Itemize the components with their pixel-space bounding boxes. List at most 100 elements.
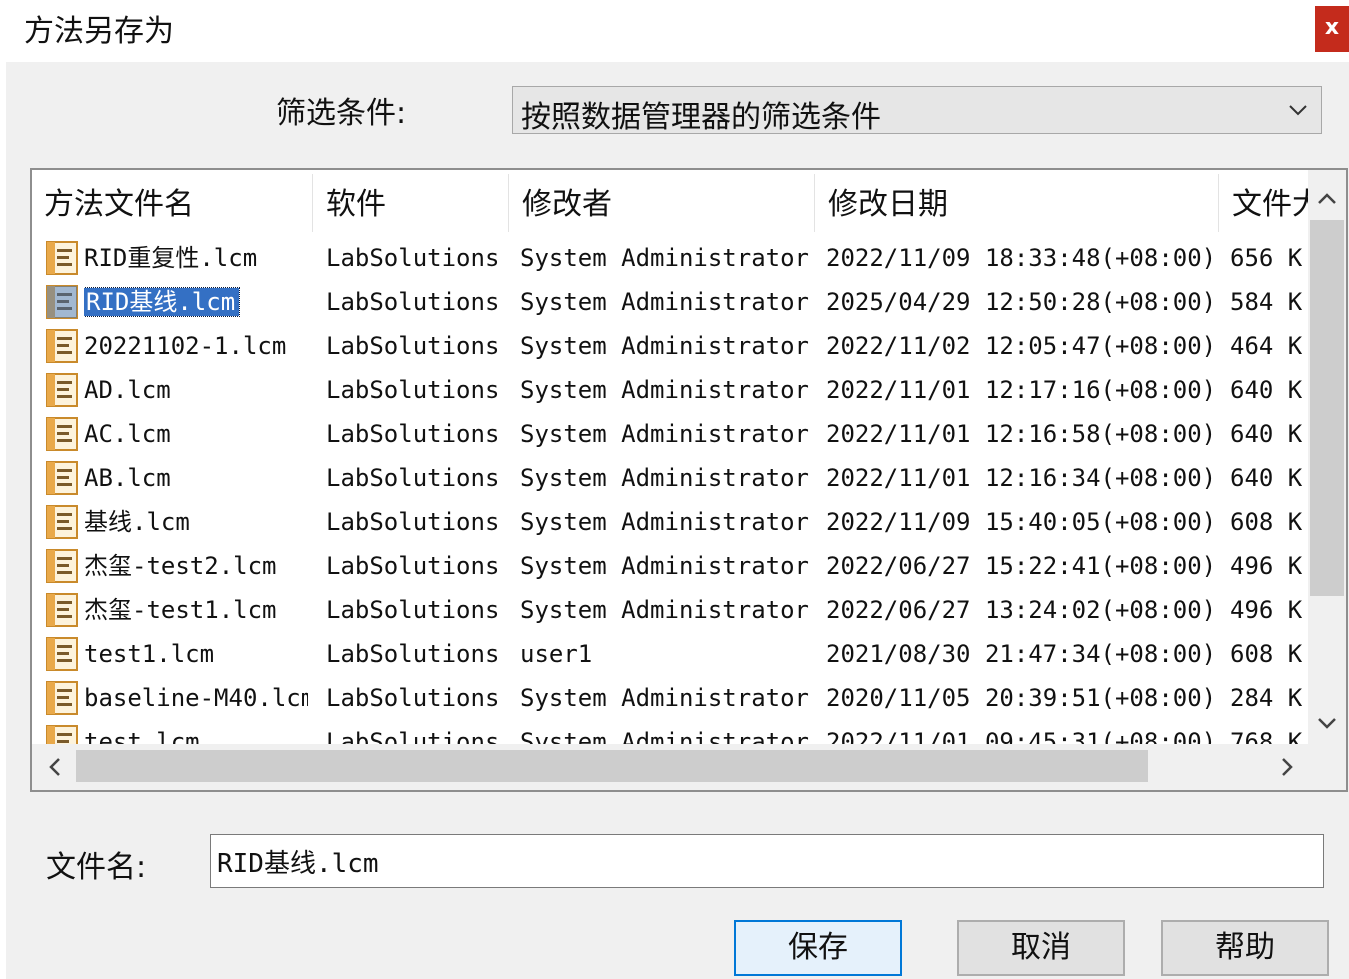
column-divider[interactable] bbox=[814, 174, 815, 232]
modified-date-cell-text: 2022/11/01 12:16:58(+08:00) bbox=[826, 420, 1217, 448]
column-header-software[interactable]: 软件 bbox=[314, 170, 508, 234]
filesize-cell: 496 K bbox=[1230, 544, 1308, 588]
file-name-cell: test1.lcm bbox=[84, 632, 308, 676]
table-row[interactable]: RID基线.lcm LabSolutions System Administrato… bbox=[32, 280, 1308, 324]
modified-date-cell-text: 2022/06/27 13:24:02(+08:00) bbox=[826, 596, 1217, 624]
table-row[interactable]: AD.lcm LabSolutions System Administrator 20… bbox=[32, 368, 1308, 412]
file-name-cell: RID基线.lcm bbox=[84, 280, 308, 324]
table-row[interactable]: test.lcm LabSolutions System Administrator… bbox=[32, 720, 1308, 744]
modifier-cell-text: System Administrator bbox=[520, 332, 809, 360]
modifier-cell: System Administrator bbox=[520, 456, 820, 500]
table-row[interactable]: RID重复性.lcm LabSolutions System Administrat… bbox=[32, 236, 1308, 280]
modifier-cell: System Administrator bbox=[520, 368, 820, 412]
vertical-scroll-thumb[interactable] bbox=[1310, 220, 1344, 596]
modified-date-cell: 2021/08/30 21:47:34(+08:00) bbox=[826, 632, 1230, 676]
file-name-cell-text: 20221102-1.lcm bbox=[84, 332, 287, 360]
modified-date-cell-text: 2021/08/30 21:47:34(+08:00) bbox=[826, 640, 1217, 668]
vertical-scrollbar[interactable] bbox=[1308, 170, 1346, 744]
table-row[interactable]: 杰玺-test1.lcm LabSolutions System Administr… bbox=[32, 588, 1308, 632]
filesize-cell-text: 640 K bbox=[1230, 464, 1303, 492]
method-file-list[interactable]: 方法文件名 软件 修改者 修改日期 文件大 RID重复性.lcm LabSolut… bbox=[30, 168, 1348, 792]
modified-date-cell: 2020/11/05 20:39:51(+08:00) bbox=[826, 676, 1230, 720]
modifier-cell-text: System Administrator bbox=[520, 552, 809, 580]
software-cell-text: LabSolutions bbox=[326, 640, 500, 668]
filesize-cell: 608 K bbox=[1230, 500, 1308, 544]
filesize-cell: 608 K bbox=[1230, 632, 1308, 676]
filesize-cell-text: 608 K bbox=[1230, 508, 1303, 536]
modified-date-cell-text: 2022/11/01 09:45:31(+08:00) bbox=[826, 728, 1217, 744]
modified-date-cell-text: 2020/11/05 20:39:51(+08:00) bbox=[826, 684, 1217, 712]
modifier-cell-text: System Administrator bbox=[520, 420, 809, 448]
filename-input[interactable] bbox=[210, 834, 1324, 888]
list-rows: RID重复性.lcm LabSolutions System Administrat… bbox=[32, 236, 1308, 744]
column-header-filesize[interactable]: 文件大 bbox=[1220, 170, 1308, 234]
table-row[interactable]: 基线.lcm LabSolutions System Administrator 20… bbox=[32, 500, 1308, 544]
filesize-cell-text: 496 K bbox=[1230, 596, 1303, 624]
table-row[interactable]: baseline-M40.lcm LabSolutions System Admin… bbox=[32, 676, 1308, 720]
file-name-cell: AD.lcm bbox=[84, 368, 308, 412]
save-button[interactable]: 保存 bbox=[734, 920, 902, 976]
software-cell-text: LabSolutions bbox=[326, 420, 500, 448]
modifier-cell: System Administrator bbox=[520, 236, 820, 280]
filesize-cell: 496 K bbox=[1230, 588, 1308, 632]
horizontal-scroll-thumb[interactable] bbox=[76, 750, 1148, 782]
modifier-cell-text: System Administrator bbox=[520, 376, 809, 404]
software-cell-text: LabSolutions bbox=[326, 728, 500, 744]
method-file-icon bbox=[46, 549, 78, 583]
help-button[interactable]: 帮助 bbox=[1161, 920, 1329, 976]
software-cell: LabSolutions bbox=[326, 676, 506, 720]
modifier-cell-text: System Administrator bbox=[520, 244, 809, 272]
close-button[interactable]: x bbox=[1315, 6, 1349, 52]
method-file-icon bbox=[46, 373, 78, 407]
file-name-cell-text: AC.lcm bbox=[84, 420, 171, 448]
file-name-cell: 杰玺-test1.lcm bbox=[84, 588, 308, 632]
filename-label: 文件名: bbox=[46, 850, 147, 885]
chevron-up-icon[interactable] bbox=[1314, 186, 1340, 212]
chevron-down-icon[interactable] bbox=[1314, 710, 1340, 736]
software-cell: LabSolutions bbox=[326, 456, 506, 500]
table-row[interactable]: test1.lcm LabSolutions user1 2021/08/30 21:… bbox=[32, 632, 1308, 676]
method-file-icon bbox=[46, 681, 78, 715]
filesize-cell: 464 K bbox=[1230, 324, 1308, 368]
chevron-down-icon bbox=[1289, 105, 1307, 116]
table-row[interactable]: 杰玺-test2.lcm LabSolutions System Administr… bbox=[32, 544, 1308, 588]
software-cell: LabSolutions bbox=[326, 236, 506, 280]
column-divider[interactable] bbox=[1218, 174, 1219, 232]
software-cell-text: LabSolutions bbox=[326, 288, 500, 316]
table-row[interactable]: AC.lcm LabSolutions System Administrator 20… bbox=[32, 412, 1308, 456]
modifier-cell: System Administrator bbox=[520, 544, 820, 588]
modified-date-cell: 2022/11/02 12:05:47(+08:00) bbox=[826, 324, 1230, 368]
modifier-cell-text: user1 bbox=[520, 640, 593, 668]
modifier-cell-text: System Administrator bbox=[520, 508, 809, 536]
table-row[interactable]: 20221102-1.lcm LabSolutions System Adminis… bbox=[32, 324, 1308, 368]
chevron-right-icon[interactable] bbox=[1274, 754, 1300, 780]
filesize-cell-text: 608 K bbox=[1230, 640, 1303, 668]
column-header-filename[interactable]: 方法文件名 bbox=[32, 170, 312, 234]
filesize-cell-text: 496 K bbox=[1230, 552, 1303, 580]
modifier-cell: System Administrator bbox=[520, 500, 820, 544]
file-name-cell-text: 基线.lcm bbox=[84, 508, 190, 536]
modified-date-cell: 2022/06/27 15:22:41(+08:00) bbox=[826, 544, 1230, 588]
column-header-modified-date[interactable]: 修改日期 bbox=[816, 170, 1218, 234]
filter-dropdown[interactable]: 按照数据管理器的筛选条件 bbox=[512, 86, 1322, 135]
method-file-icon bbox=[46, 461, 78, 495]
filesize-cell-text: 584 K bbox=[1230, 288, 1303, 316]
chevron-left-icon[interactable] bbox=[42, 754, 68, 780]
file-name-cell: baseline-M40.lcm bbox=[84, 676, 308, 720]
horizontal-scrollbar[interactable] bbox=[32, 744, 1346, 790]
modifier-cell: user1 bbox=[520, 632, 820, 676]
table-row[interactable]: AB.lcm LabSolutions System Administrator 20… bbox=[32, 456, 1308, 500]
modifier-cell: System Administrator bbox=[520, 588, 820, 632]
software-cell-text: LabSolutions bbox=[326, 376, 500, 404]
column-header-modifier[interactable]: 修改者 bbox=[510, 170, 814, 234]
software-cell: LabSolutions bbox=[326, 368, 506, 412]
column-divider[interactable] bbox=[508, 174, 509, 232]
software-cell: LabSolutions bbox=[326, 720, 506, 744]
filesize-cell-text: 640 K bbox=[1230, 376, 1303, 404]
cancel-button[interactable]: 取消 bbox=[957, 920, 1125, 976]
column-divider[interactable] bbox=[312, 174, 313, 232]
window-title: 方法另存为 bbox=[24, 14, 174, 49]
method-file-icon bbox=[46, 417, 78, 451]
method-file-icon bbox=[46, 725, 78, 744]
filter-label: 筛选条件: bbox=[276, 96, 407, 131]
